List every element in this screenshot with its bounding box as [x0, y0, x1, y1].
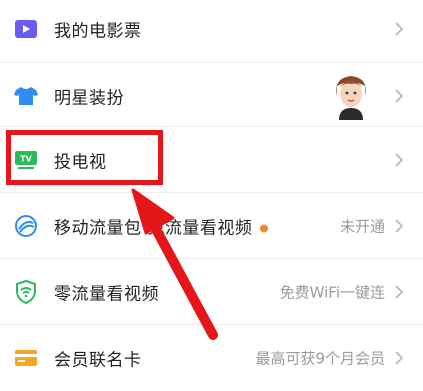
menu-item-movie-tickets[interactable]: 我的电影票: [0, 0, 423, 62]
menu-item-label: 零流量看视频: [54, 284, 159, 305]
menu-item-label: 移动流量包 免流量看视频: [54, 214, 269, 239]
status-text: 免费WiFi一键连: [279, 283, 385, 302]
menu-item-label-text: 移动流量包 免流量看视频: [54, 218, 253, 239]
menu-item-member-card[interactable]: 会员联名卡 最高可获9个月会员: [0, 325, 423, 391]
notification-dot: [260, 224, 269, 233]
menu-item-label: 会员联名卡: [54, 350, 142, 371]
ticket-icon: [14, 17, 38, 41]
chevron-right-icon: [395, 89, 404, 103]
menu-item-star-outfit[interactable]: 明星装扮: [0, 63, 423, 129]
tshirt-icon: [14, 84, 38, 108]
mobile-data-icon: [14, 214, 38, 238]
status-text: 最高可获9个月会员: [255, 349, 385, 368]
avatar: [331, 72, 371, 120]
chevron-right-icon: [395, 219, 404, 233]
menu-item-zero-data-video[interactable]: 零流量看视频 免费WiFi一键连: [0, 259, 423, 325]
chevron-right-icon: [395, 285, 404, 299]
chevron-right-icon: [395, 351, 404, 365]
shield-icon: [14, 280, 38, 304]
card-icon: [14, 346, 38, 370]
menu-item-mobile-data-package[interactable]: 移动流量包 免流量看视频 未开通: [0, 193, 423, 259]
chevron-right-icon: [395, 153, 404, 167]
chevron-right-icon: [395, 22, 404, 36]
settings-menu-list: 我的电影票 明星装扮 TV 投电视 移动流量包 免流量看视频 未开通 零流量看视…: [0, 0, 423, 375]
highlight-box: [6, 130, 163, 185]
status-text: 未开通: [339, 217, 385, 236]
menu-item-label: 明星装扮: [54, 88, 124, 109]
menu-item-label: 我的电影票: [54, 21, 142, 42]
